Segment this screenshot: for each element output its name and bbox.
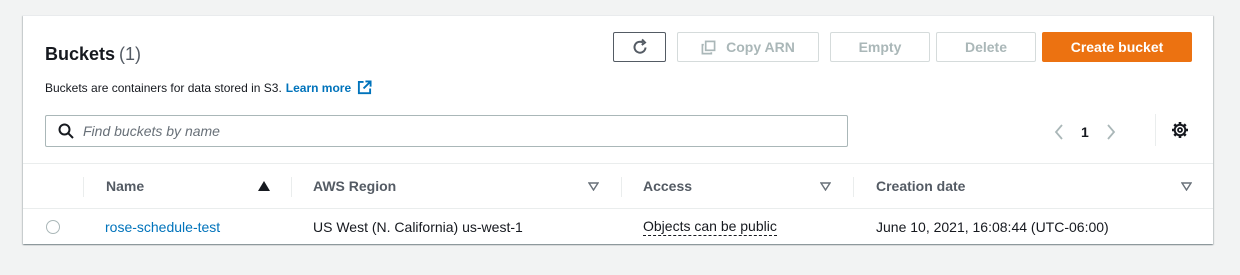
- empty-button[interactable]: Empty: [830, 32, 930, 62]
- settings-gear-icon: [1172, 122, 1188, 138]
- copy-arn-button[interactable]: Copy ARN: [677, 32, 819, 62]
- page-title: Buckets (1): [45, 44, 141, 65]
- learn-more-label: Learn more: [285, 80, 352, 95]
- create-bucket-button[interactable]: Create bucket: [1042, 32, 1192, 62]
- sort-caret-icon[interactable]: [1181, 182, 1192, 191]
- column-label-region: AWS Region: [313, 178, 397, 194]
- sort-caret-icon[interactable]: [588, 182, 599, 191]
- learn-more-link[interactable]: Learn more: [286, 80, 372, 95]
- row-radio[interactable]: [46, 219, 60, 234]
- chevron-right-icon[interactable]: [1105, 123, 1117, 141]
- bucket-name-cell: rose-schedule-test: [105, 209, 220, 244]
- column-divider: [291, 177, 292, 197]
- bucket-count: (1): [119, 44, 142, 64]
- column-label-creation-date: Creation date: [876, 178, 966, 194]
- row-select[interactable]: [46, 209, 60, 244]
- search-input[interactable]: [83, 123, 783, 139]
- page-number[interactable]: 1: [1081, 124, 1089, 140]
- copy-icon: [701, 40, 716, 54]
- title-text: Buckets: [45, 44, 116, 64]
- column-divider: [853, 177, 854, 197]
- search-field[interactable]: [45, 115, 848, 147]
- sort-caret-icon[interactable]: [820, 182, 831, 191]
- column-header-creation-date[interactable]: Creation date: [876, 164, 965, 208]
- access-status[interactable]: Objects can be public: [643, 217, 777, 236]
- sort-ascending-icon[interactable]: [258, 181, 270, 191]
- pagination-divider: [1155, 114, 1156, 146]
- refresh-button[interactable]: [613, 32, 666, 62]
- refresh-icon: [633, 38, 647, 54]
- delete-button[interactable]: Delete: [936, 32, 1036, 62]
- settings-button[interactable]: [1171, 121, 1189, 144]
- external-link-icon: [358, 80, 372, 95]
- access-cell: Objects can be public: [643, 209, 777, 244]
- chevron-left-icon[interactable]: [1053, 123, 1065, 141]
- table-header: Name AWS Region Access Creation date: [23, 163, 1213, 209]
- column-header-region[interactable]: AWS Region: [313, 164, 396, 208]
- copy-arn-label: Copy ARN: [726, 39, 795, 55]
- bucket-name-link[interactable]: rose-schedule-test: [105, 219, 220, 235]
- column-header-access[interactable]: Access: [643, 164, 692, 208]
- description-text: Buckets are containers for data stored i…: [45, 80, 282, 95]
- column-divider: [621, 177, 622, 197]
- table-row: rose-schedule-test US West (N. Californi…: [23, 209, 1213, 244]
- column-label-access: Access: [643, 178, 693, 194]
- description: Buckets are containers for data stored i…: [45, 80, 372, 95]
- region-cell: US West (N. California) us-west-1: [313, 218, 523, 235]
- creation-date-cell: June 10, 2021, 16:08:44 (UTC-06:00): [876, 218, 1109, 235]
- buckets-panel: Buckets (1) Buckets are containers for da…: [23, 15, 1213, 244]
- column-header-name[interactable]: Name: [106, 164, 144, 208]
- pagination: 1: [1053, 120, 1117, 144]
- column-label-name: Name: [106, 178, 145, 194]
- column-divider: [83, 177, 84, 197]
- search-icon: [58, 123, 74, 139]
